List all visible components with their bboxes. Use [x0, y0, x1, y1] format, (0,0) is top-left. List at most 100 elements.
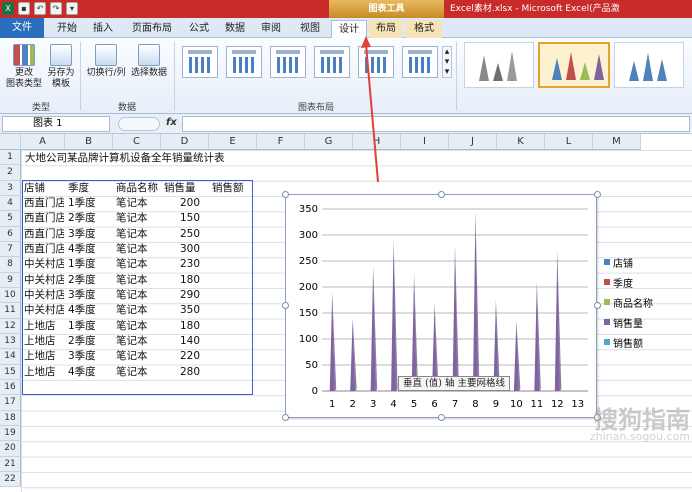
tab-insert[interactable]: 插入 [86, 20, 120, 38]
column-header[interactable]: A [21, 134, 65, 150]
column-header[interactable]: D [161, 134, 209, 150]
chart-layout-2[interactable] [226, 46, 262, 78]
chart-layout-4[interactable] [314, 46, 350, 78]
tab-view[interactable]: 视图 [294, 20, 326, 38]
tab-layout[interactable]: 布局 [369, 20, 403, 38]
formula-divider-handle[interactable] [118, 117, 160, 131]
save-as-template-button[interactable]: 另存为 模板 [44, 42, 78, 90]
tab-home[interactable]: 开始 [50, 20, 84, 38]
tab-page-layout[interactable]: 页面布局 [124, 20, 180, 38]
row-header[interactable]: 21 [0, 456, 21, 472]
formula-input[interactable] [182, 116, 690, 132]
tab-data[interactable]: 数据 [220, 20, 250, 38]
sheet-title[interactable]: 大地公司某品牌计算机设备全年销量统计表 [25, 151, 285, 166]
tab-file[interactable]: 文件 [0, 18, 44, 38]
chart-type-icon [13, 44, 35, 66]
column-header[interactable]: L [545, 134, 593, 150]
tab-review[interactable]: 审阅 [256, 20, 286, 38]
chart-layout-3[interactable] [270, 46, 306, 78]
y-tick-label: 350 [299, 204, 318, 215]
column-header[interactable]: F [257, 134, 305, 150]
row-header[interactable]: 17 [0, 395, 21, 411]
layout-gallery-scroll[interactable]: ▴ ▾ ▾ [442, 46, 452, 78]
change-chart-type-button[interactable]: 更改 图表类型 [4, 42, 44, 90]
row-header[interactable]: 5 [0, 211, 21, 227]
row-header[interactable]: 2 [0, 165, 21, 181]
switch-row-column-button[interactable]: 切换行/列 [84, 42, 128, 79]
legend-swatch [604, 279, 610, 285]
row-header[interactable]: 20 [0, 441, 21, 457]
row-header[interactable]: 15 [0, 364, 21, 380]
legend-label: 销售额 [613, 338, 643, 350]
column-header[interactable]: J [449, 134, 497, 150]
row-header[interactable]: 13 [0, 333, 21, 350]
resize-handle[interactable] [282, 191, 289, 198]
row-header[interactable]: 9 [0, 272, 21, 288]
y-tick-label: 100 [299, 334, 318, 345]
chart-style-2-selected[interactable] [538, 42, 610, 88]
legend-swatch [604, 259, 610, 265]
row-header[interactable]: 11 [0, 303, 21, 319]
chart-style-1[interactable] [464, 42, 534, 88]
undo-icon[interactable]: ↶ [34, 2, 46, 15]
tab-design[interactable]: 设计 [331, 20, 367, 38]
row-header[interactable]: 22 [0, 471, 21, 488]
save-icon[interactable]: ▪ [18, 2, 30, 15]
resize-handle[interactable] [282, 414, 289, 421]
column-header[interactable]: E [209, 134, 257, 150]
save-as-template-label: 另存为 模板 [47, 68, 75, 89]
row-header[interactable]: 4 [0, 195, 21, 212]
insert-function-button[interactable]: fx [166, 117, 177, 128]
select-data-label: 选择数据 [130, 68, 167, 78]
row-header[interactable]: 12 [0, 318, 21, 334]
x-tick-label: 9 [493, 399, 499, 410]
chart-layout-6[interactable] [402, 46, 438, 78]
save-template-icon [50, 44, 72, 66]
row-header[interactable]: 18 [0, 410, 21, 426]
title-bar: X ▪ ↶ ↷ ▾ 图表工具 Excel素材.xlsx - Microsoft … [0, 0, 692, 18]
select-data-button[interactable]: 选择数据 [128, 42, 170, 79]
chart-style-3[interactable] [614, 42, 684, 88]
column-header[interactable]: K [497, 134, 545, 150]
row-header[interactable]: 7 [0, 241, 21, 258]
column-header[interactable]: M [593, 134, 641, 150]
legend-entry[interactable]: 店铺 [604, 252, 684, 272]
column-header[interactable]: G [305, 134, 353, 150]
row-header[interactable]: 16 [0, 379, 21, 396]
x-tick-label: 1 [329, 399, 335, 410]
resize-handle[interactable] [282, 302, 289, 309]
chart-layout-1[interactable] [182, 46, 218, 78]
row-header[interactable]: 14 [0, 349, 21, 365]
legend-entry[interactable]: 商品名称 [604, 292, 684, 312]
legend-entry[interactable]: 销售量 [604, 312, 684, 332]
row-header[interactable]: 19 [0, 425, 21, 442]
x-tick-label: 4 [390, 399, 396, 410]
formula-bar: 图表 1 fx [0, 114, 692, 134]
resize-handle[interactable] [594, 191, 601, 198]
y-tick-label: 150 [299, 308, 318, 319]
resize-handle[interactable] [438, 191, 445, 198]
row-header[interactable]: 10 [0, 287, 21, 304]
resize-handle[interactable] [438, 414, 445, 421]
column-header[interactable]: C [113, 134, 161, 150]
select-all-corner[interactable] [0, 134, 21, 150]
row-header[interactable]: 1 [0, 150, 21, 166]
legend-entry[interactable]: 季度 [604, 272, 684, 292]
name-box[interactable]: 图表 1 [2, 116, 110, 132]
tab-formulas[interactable]: 公式 [184, 20, 214, 38]
column-header[interactable]: B [65, 134, 113, 150]
redo-icon[interactable]: ↷ [50, 2, 62, 15]
row-header[interactable]: 8 [0, 257, 21, 273]
chart-legend[interactable]: 店铺 季度 商品名称 销售量销售额 [604, 252, 684, 352]
column-header[interactable]: H [353, 134, 401, 150]
legend-entry[interactable]: 销售额 [604, 332, 684, 352]
row-header[interactable]: 3 [0, 180, 21, 196]
watermark-url: zhinan.sogou.com [589, 430, 690, 443]
resize-handle[interactable] [594, 302, 601, 309]
column-header[interactable]: I [401, 134, 449, 150]
row-header[interactable]: 6 [0, 226, 21, 242]
ribbon-separator [174, 42, 175, 110]
chart-layout-5[interactable] [358, 46, 394, 78]
customize-qat-icon[interactable]: ▾ [66, 2, 78, 15]
tab-format[interactable]: 格式 [406, 20, 442, 38]
